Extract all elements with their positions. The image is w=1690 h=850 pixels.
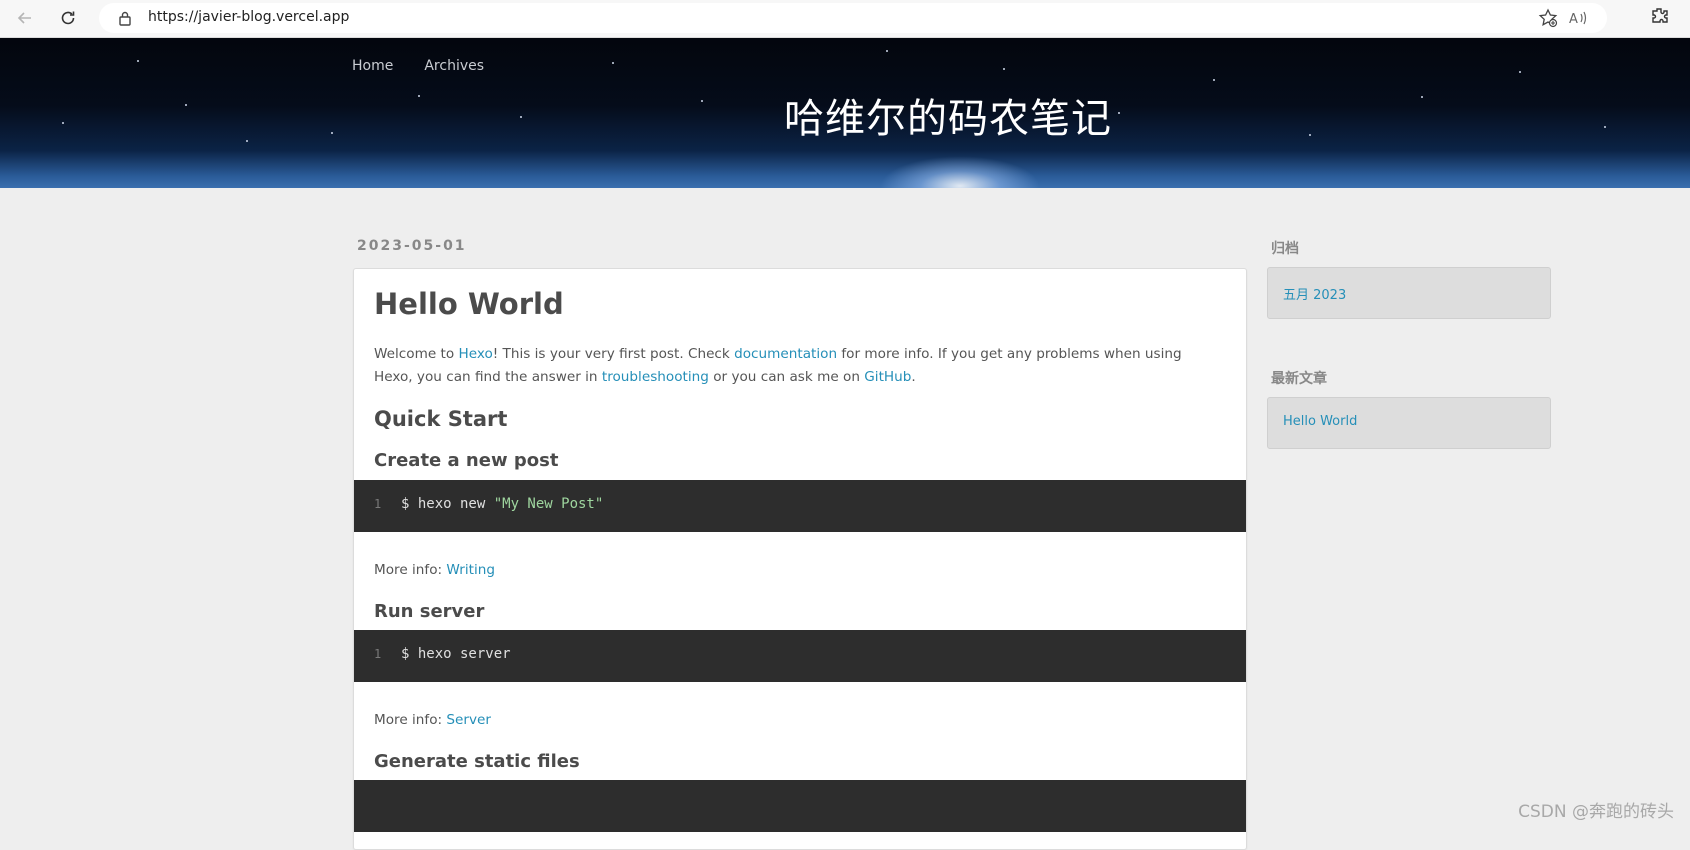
intro-text: ! This is your very first post. Check (492, 346, 735, 362)
sidebar-recent-box: Hello World (1267, 397, 1551, 449)
sidebar-recent-title: 最新文章 (1271, 371, 1327, 387)
code-command: $ hexo server (401, 646, 511, 662)
nav-home-link[interactable]: Home (352, 58, 393, 74)
refresh-icon[interactable] (56, 6, 80, 30)
star (1118, 112, 1120, 114)
star (1519, 71, 1521, 73)
svg-text:A: A (1569, 12, 1578, 27)
github-link[interactable]: GitHub (864, 369, 911, 385)
recent-post-hello-world-link[interactable]: Hello World (1283, 414, 1357, 429)
post-title[interactable]: Hello World (374, 287, 564, 321)
address-bar[interactable]: https://javier-blog.vercel.app A (99, 3, 1607, 33)
code-line-number: 1 (374, 647, 382, 661)
star (1213, 79, 1215, 81)
intro-text: Welcome to (374, 346, 459, 362)
nav-archives-link[interactable]: Archives (424, 58, 484, 74)
browser-toolbar: https://javier-blog.vercel.app A (0, 0, 1690, 38)
section-heading-create-post: Create a new post (374, 450, 559, 471)
read-aloud-icon[interactable]: A (1568, 8, 1588, 33)
code-string: "My New Post" (493, 496, 604, 512)
documentation-link[interactable]: documentation (734, 346, 837, 362)
star (1604, 126, 1606, 128)
server-link[interactable]: Server (446, 712, 491, 728)
archive-may-2023-link[interactable]: 五月 2023 (1283, 284, 1346, 303)
sidebar-archive-box: 五月 2023 (1267, 267, 1551, 319)
url-text[interactable]: https://javier-blog.vercel.app (148, 9, 349, 25)
more-info-server: More info: Server (374, 712, 491, 728)
code-command: $ hexo new (401, 496, 494, 512)
star (331, 132, 333, 134)
code-block-run-server: 1 $ hexo server (354, 630, 1246, 682)
code-line: $ hexo new "My New Post" (401, 496, 603, 512)
star (886, 50, 888, 52)
star (137, 60, 139, 62)
more-info-writing: More info: Writing (374, 562, 495, 578)
intro-text: . (911, 369, 916, 385)
favorites-icon[interactable] (1536, 6, 1560, 30)
writing-link[interactable]: Writing (446, 562, 495, 578)
site-nav: Home Archives (352, 58, 484, 74)
code-line-number: 1 (374, 497, 382, 511)
star (1309, 134, 1311, 136)
lock-icon[interactable] (118, 10, 132, 31)
troubleshooting-link[interactable]: troubleshooting (602, 369, 709, 385)
csdn-watermark: CSDN @奔跑的砖头 (1518, 802, 1674, 822)
more-info-label: More info: (374, 562, 447, 578)
post-intro: Welcome to Hexo! This is your very first… (374, 343, 1224, 389)
more-info-label: More info: (374, 712, 447, 728)
site-title[interactable]: 哈维尔的码农笔记 (784, 86, 1112, 144)
quick-start-heading: Quick Start (374, 407, 508, 431)
star (418, 95, 420, 97)
post-article: Hello World Welcome to Hexo! This is you… (353, 268, 1247, 850)
section-heading-generate-static: Generate static files (374, 751, 580, 772)
back-arrow-icon[interactable] (13, 6, 37, 30)
star (520, 116, 522, 118)
star (62, 122, 64, 124)
star (1421, 96, 1423, 98)
code-block-create-post: 1 $ hexo new "My New Post" (354, 480, 1246, 532)
intro-text: or you can ask me on (708, 369, 865, 385)
horizon-glow (880, 156, 1040, 188)
star (1003, 68, 1005, 70)
hexo-link[interactable]: Hexo (458, 346, 492, 362)
star (701, 100, 703, 102)
code-block-generate-static (354, 780, 1246, 832)
post-date[interactable]: 2023-05-01 (357, 238, 467, 254)
star (612, 62, 614, 64)
sidebar-archive-title: 归档 (1271, 241, 1299, 257)
star (246, 140, 248, 142)
section-heading-run-server: Run server (374, 601, 485, 622)
star (185, 104, 187, 106)
extensions-icon[interactable] (1649, 6, 1671, 33)
